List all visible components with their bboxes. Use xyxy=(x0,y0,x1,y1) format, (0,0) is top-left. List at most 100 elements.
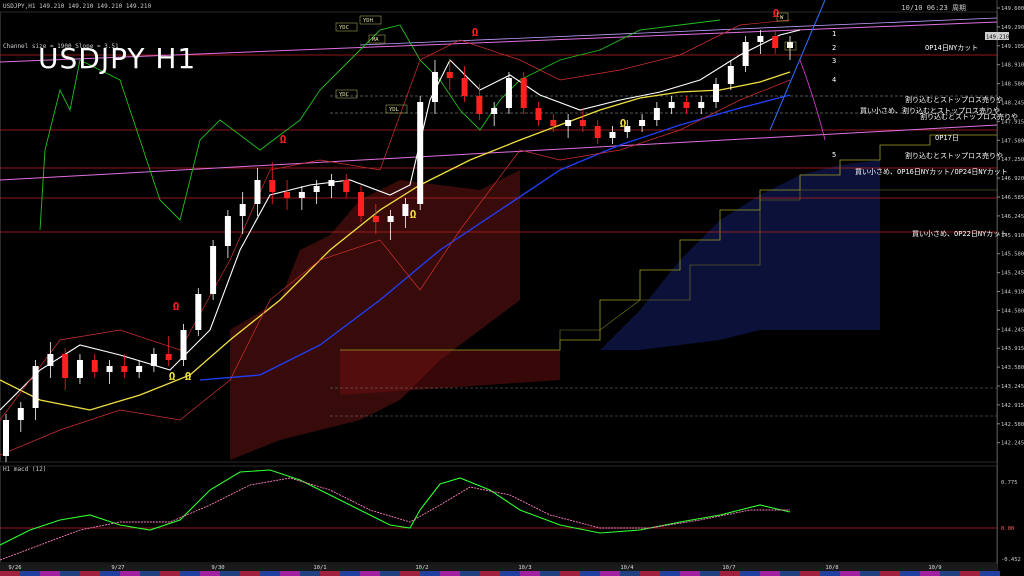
candle-body xyxy=(150,354,157,366)
session-color-block xyxy=(720,571,740,576)
session-color-block xyxy=(400,571,420,576)
session-color-block xyxy=(920,571,940,576)
price-tick-label: 148.245 xyxy=(1001,101,1024,107)
candle-body xyxy=(121,366,128,372)
annotation-label: OP14日NYカット xyxy=(925,44,978,52)
signal-marker: Ω xyxy=(169,370,176,383)
session-color-block xyxy=(660,571,680,576)
session-color-block xyxy=(440,571,460,576)
candle-body xyxy=(165,354,172,360)
candle-body xyxy=(476,96,483,114)
wave-label: 1 xyxy=(832,30,836,38)
chart-window[interactable]: 149.600 149.290 149.105 148.910 148.580 148.2… xyxy=(0,0,1024,576)
channel-mid-line xyxy=(359,17,998,46)
candle-body xyxy=(446,72,453,78)
price-tick-label: 145.580 xyxy=(1001,252,1024,258)
symbol-header: USDJPY,H1 149.210 149.210 149.210 149.21… xyxy=(3,3,152,10)
date-tick-label: 9/27 xyxy=(111,565,124,571)
candle-body xyxy=(180,330,187,360)
price-tick-label: 149.290 xyxy=(1001,25,1024,31)
candle-body xyxy=(106,366,113,372)
annotation-label: 割り込むとストップロス売りや xyxy=(920,112,1018,121)
oscillator-title: H1 macd (12) xyxy=(3,466,47,473)
candle-body xyxy=(491,108,498,114)
price-tick-label: 148.910 xyxy=(1001,63,1024,69)
session-color-block xyxy=(260,571,280,576)
candle-body xyxy=(195,294,202,330)
session-color-block xyxy=(340,571,360,576)
candle-body xyxy=(32,366,39,408)
price-tick-label: 143.580 xyxy=(1001,365,1024,371)
level-box-label: D xyxy=(788,44,791,50)
candle-body xyxy=(239,204,246,216)
date-tick-label: 10/9 xyxy=(928,565,941,571)
price-tick-label: 144.580 xyxy=(1001,308,1024,314)
annotation-label: 割り込むとストップロス売りや xyxy=(905,151,1003,160)
session-color-block xyxy=(140,571,160,576)
date-tick-label: 9/26 xyxy=(8,565,21,571)
candle-body xyxy=(313,186,320,192)
projection-line xyxy=(799,59,826,141)
candle-body xyxy=(431,72,438,102)
candle-body xyxy=(17,408,24,420)
price-tick-label: 144.910 xyxy=(1001,290,1024,296)
session-color-block xyxy=(780,571,800,576)
signal-marker: Ω xyxy=(280,133,287,146)
candle-body xyxy=(254,180,261,204)
level-box-label: W xyxy=(780,15,784,21)
candle-body xyxy=(565,120,572,126)
price-tick-label: 142.245 xyxy=(1001,441,1024,447)
session-color-block xyxy=(540,571,560,576)
date-tick-label: 10/3 xyxy=(518,565,531,571)
session-color-block xyxy=(100,571,120,576)
candle-body xyxy=(520,78,527,108)
osc-level-label: -0.452 xyxy=(1001,557,1021,563)
session-color-block xyxy=(480,571,500,576)
candle-body xyxy=(713,84,720,102)
candle-body xyxy=(742,42,749,66)
date-tick-label: 10/4 xyxy=(620,565,634,571)
date-tick-label: 9/30 xyxy=(211,565,224,571)
osc-level-label: 0.775 xyxy=(1001,480,1018,486)
level-box-label: YDC xyxy=(339,92,349,98)
session-color-block xyxy=(860,571,880,576)
candle-body xyxy=(136,366,143,372)
session-color-block xyxy=(620,571,640,576)
current-price-label: 149.210 xyxy=(986,35,1009,41)
level-box-label: YDC xyxy=(339,25,349,31)
candle-body xyxy=(76,360,83,378)
candle-body xyxy=(328,180,335,186)
candle-body xyxy=(698,102,705,108)
date-tick-label: 10/7 xyxy=(722,565,735,571)
price-tick-label: 146.920 xyxy=(1001,176,1024,182)
session-color-block xyxy=(80,571,100,576)
price-tick-label: 148.580 xyxy=(1001,82,1024,88)
session-color-block xyxy=(880,571,900,576)
annotation-label: 買い小さめ、OP16日NYカット/OP24日NYカット xyxy=(855,167,1008,176)
signal-marker: Ω xyxy=(773,7,780,20)
session-color-block xyxy=(60,571,80,576)
wave-label: 3 xyxy=(832,57,836,65)
session-color-block xyxy=(460,571,480,576)
session-color-block xyxy=(800,571,820,576)
session-color-block xyxy=(20,571,40,576)
candle-body xyxy=(668,102,675,108)
candle-body xyxy=(461,78,468,96)
session-color-block xyxy=(760,571,780,576)
candle-body xyxy=(535,108,542,120)
candle-body xyxy=(579,120,586,126)
chart-title: USDJPY H1 xyxy=(38,42,197,75)
session-color-block xyxy=(640,571,660,576)
session-color-block xyxy=(300,571,320,576)
session-color-block xyxy=(980,571,1000,576)
candle-body xyxy=(683,102,690,108)
price-tick-label: 143.915 xyxy=(1001,346,1024,352)
wave-label: 5 xyxy=(832,151,836,159)
signal-marker: Ω xyxy=(472,26,479,39)
price-tick-label: 149.105 xyxy=(1001,44,1024,50)
candle-body xyxy=(210,246,217,294)
price-chart[interactable]: 149.600 149.290 149.105 148.910 148.580 148.2… xyxy=(0,0,1024,576)
session-color-block xyxy=(700,571,720,576)
candle-body xyxy=(772,36,779,48)
candle-body xyxy=(62,354,69,378)
